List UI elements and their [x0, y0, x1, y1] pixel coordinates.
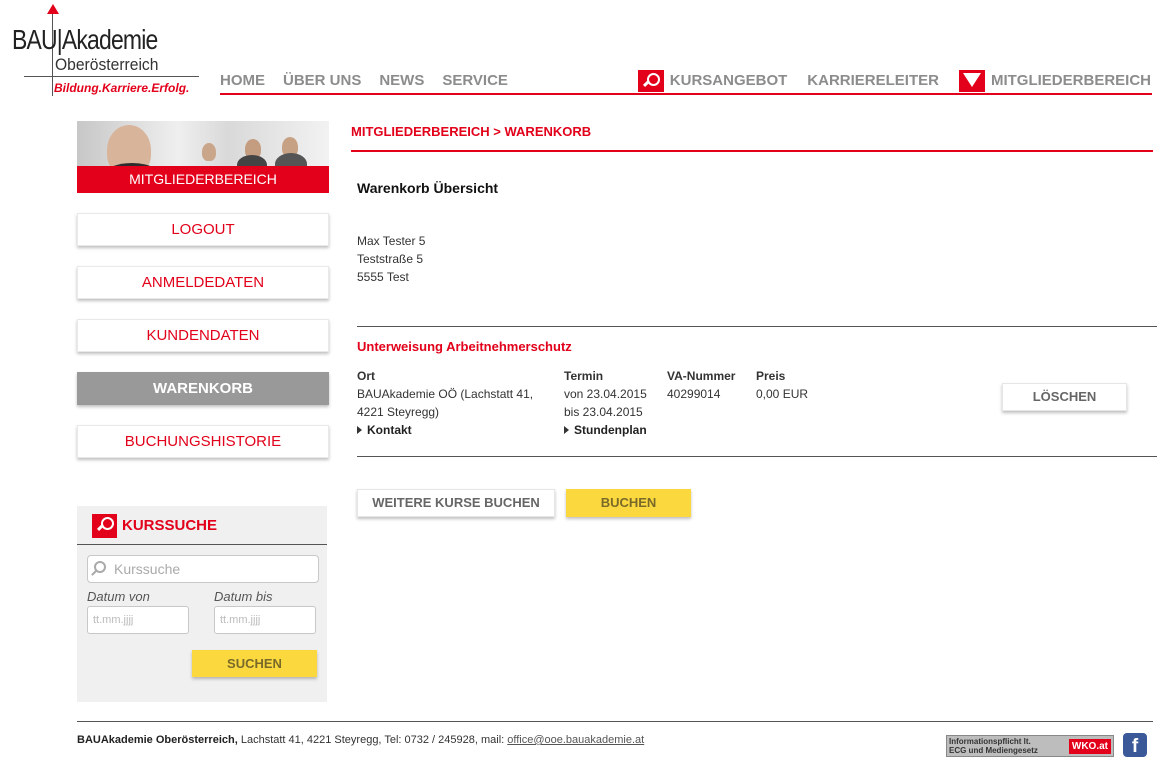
footer-contact: BAUAkademie Oberösterreich, Lachstatt 41…	[77, 734, 644, 746]
chevron-down-icon[interactable]	[958, 70, 985, 92]
course-title[interactable]: Unterweisung Arbeitnehmerschutz	[357, 339, 572, 354]
sidebar-item-kundendaten[interactable]: KUNDENDATEN	[77, 319, 329, 352]
sidebar-item-warenkorb[interactable]: WARENKORB	[77, 372, 329, 405]
termin-from: von 23.04.2015	[564, 387, 647, 401]
banner-person-image	[202, 143, 216, 161]
divider	[357, 326, 1157, 327]
course-va-number: VA-Nummer 40299014	[667, 367, 757, 403]
main-nav: HOME ÜBER UNS NEWS SERVICE	[220, 70, 526, 94]
nav-ueber-uns[interactable]: ÜBER UNS	[283, 70, 361, 94]
footer-address: Lachstatt 41, 4221 Steyregg, Tel: 0732 /…	[237, 734, 508, 746]
wko-text: Informationspflicht lt. ECG und Medienge…	[949, 737, 1038, 755]
book-button[interactable]: BUCHEN	[566, 489, 691, 517]
date-from-input[interactable]: tt.mm.jjjj	[87, 606, 189, 634]
course-location: Ort BAUAkademie OÖ (Lachstatt 41, 4221 S…	[357, 367, 557, 439]
delete-button[interactable]: LÖSCHEN	[1002, 383, 1127, 411]
address-street: Teststraße 5	[357, 252, 424, 266]
breadcrumb: MITGLIEDERBEREICH > WARENKORB	[351, 124, 592, 139]
sidebar-item-logout[interactable]: LOGOUT	[77, 213, 329, 246]
search-input[interactable]: Kurssuche	[87, 555, 319, 583]
nav-mitgliederbereich[interactable]: MITGLIEDERBEREICH	[991, 70, 1151, 92]
search-icon	[92, 514, 117, 538]
termin-to: bis 23.04.2015	[564, 405, 643, 419]
date-to-label: Datum bis	[214, 589, 273, 604]
member-banner: MITGLIEDERBEREICH	[77, 121, 329, 193]
address-city: 5555 Test	[357, 270, 409, 284]
termin-header: Termin	[564, 369, 604, 383]
search-icon	[94, 561, 106, 573]
kontakt-link[interactable]: Kontakt	[357, 421, 557, 439]
logo-claim: Bildung.Karriere.Erfolg.	[54, 81, 190, 95]
course-date: Termin von 23.04.2015 bis 23.04.2015 Stu…	[564, 367, 664, 439]
divider	[357, 456, 1157, 457]
caret-right-icon	[357, 426, 362, 434]
ort-header: Ort	[357, 369, 375, 383]
preis-value: 0,00 EUR	[756, 387, 809, 401]
search-placeholder: Kurssuche	[114, 561, 181, 577]
wko-logo: WKO.at	[1068, 739, 1111, 754]
nav-service[interactable]: SERVICE	[442, 70, 508, 94]
sidebar-item-buchungshistorie[interactable]: BUCHUNGSHISTORIE	[77, 425, 329, 458]
stundenplan-link[interactable]: Stundenplan	[564, 421, 664, 439]
course-search-title: KURSSUCHE	[122, 517, 218, 534]
caret-right-icon	[564, 426, 569, 434]
nav-news[interactable]: NEWS	[379, 70, 424, 94]
ort-line: BAUAkademie OÖ (Lachstatt 41,	[357, 387, 534, 401]
logo-brand: BAU|Akademie	[12, 24, 158, 55]
logo-arrow-icon	[47, 4, 59, 14]
preis-header: Preis	[756, 369, 786, 383]
footer-email-link[interactable]: office@ooe.bauakademie.at	[507, 734, 644, 746]
nav-home[interactable]: HOME	[220, 70, 265, 94]
date-to-input[interactable]: tt.mm.jjjj	[214, 606, 316, 634]
address-name: Max Tester 5	[357, 234, 426, 248]
customer-address: Max Tester 5 Teststraße 5 5555 Test	[357, 232, 425, 286]
footer-org: BAUAkademie Oberösterreich,	[77, 734, 238, 746]
ort-line: 4221 Steyregg)	[357, 405, 440, 419]
nav-kursangebot[interactable]: KURSANGEBOT	[670, 70, 788, 92]
banner-label: MITGLIEDERBEREICH	[77, 166, 329, 193]
logo[interactable]: BAU|Akademie Oberösterreich Bildung.Karr…	[10, 4, 205, 98]
nav-karriereleiter[interactable]: KARRIERELEITER	[807, 70, 939, 92]
course-search-panel: KURSSUCHE Kurssuche Datum von Datum bis …	[77, 506, 327, 702]
search-icon[interactable]	[637, 70, 664, 92]
sidebar-item-anmeldedaten[interactable]: ANMELDEDATEN	[77, 266, 329, 299]
course-price: Preis 0,00 EUR	[756, 367, 836, 403]
nav-underline	[220, 93, 1152, 95]
secondary-nav: KURSANGEBOT KARRIERELEITER MITGLIEDERBER…	[637, 70, 1151, 92]
course-search-header: KURSSUCHE	[77, 506, 327, 545]
page-title: Warenkorb Übersicht	[357, 180, 499, 196]
search-submit-button[interactable]: SUCHEN	[192, 650, 317, 677]
logo-region: Oberösterreich	[55, 55, 159, 74]
more-courses-button[interactable]: WEITERE KURSE BUCHEN	[357, 489, 555, 517]
footer-divider	[77, 721, 1153, 722]
breadcrumb-divider	[351, 150, 1153, 152]
logo-divider-horizontal	[24, 76, 199, 77]
facebook-icon[interactable]: f	[1123, 733, 1147, 757]
va-value: 40299014	[667, 387, 721, 401]
date-from-label: Datum von	[87, 589, 150, 604]
va-header: VA-Nummer	[667, 369, 736, 383]
wko-badge[interactable]: Informationspflicht lt. ECG und Medienge…	[946, 735, 1114, 757]
